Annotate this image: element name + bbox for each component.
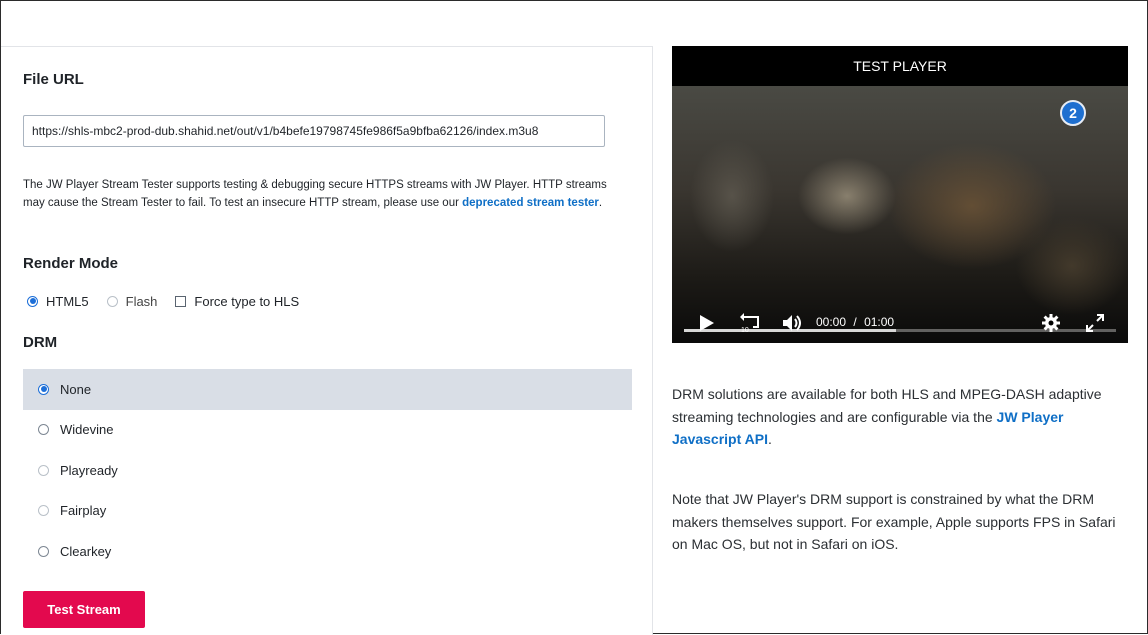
drm-option-widevine[interactable]: Widevine	[23, 410, 632, 451]
stream-form-panel: File URL The JW Player Stream Tester sup…	[1, 46, 653, 635]
drm-option-label: Fairplay	[60, 503, 107, 519]
drm-option-none[interactable]: None	[23, 369, 632, 410]
render-option-html5[interactable]: HTML5	[27, 294, 89, 309]
channel-logo: 2	[1060, 100, 1086, 126]
stream-tester-description: The JW Player Stream Tester supports tes…	[23, 176, 623, 212]
drm-support-note: Note that JW Player's DRM support is con…	[672, 491, 1116, 552]
drm-options: None Widevine Playready Fairplay Clearke…	[23, 369, 632, 572]
drm-option-label: Widevine	[60, 422, 114, 438]
render-mode-label: Render Mode	[23, 255, 119, 272]
drm-option-clearkey[interactable]: Clearkey	[23, 531, 632, 572]
deprecated-stream-tester-link[interactable]: deprecated stream tester	[462, 197, 599, 209]
flash-label: Flash	[125, 293, 158, 309]
file-url-input[interactable]	[23, 115, 605, 147]
drm-info-end: .	[767, 431, 772, 447]
playready-radio[interactable]	[38, 464, 49, 476]
duration: 01:00	[864, 315, 895, 329]
render-option-flash[interactable]: Flash	[106, 293, 158, 309]
force-hls-option[interactable]: Force type to HLS	[175, 294, 299, 309]
description-end: .	[598, 197, 603, 209]
rewind-10-icon[interactable]: 10	[740, 313, 762, 333]
volume-icon[interactable]	[782, 313, 804, 333]
settings-gear-icon[interactable]	[1041, 313, 1061, 333]
time-separator: /	[853, 315, 857, 329]
flash-radio[interactable]	[106, 295, 118, 307]
fullscreen-icon[interactable]	[1086, 314, 1104, 332]
drm-option-label: None	[60, 381, 92, 397]
current-time: 00:00	[816, 315, 847, 329]
drm-label: DRM	[23, 334, 58, 351]
html5-radio[interactable]	[27, 295, 38, 307]
widevine-radio[interactable]	[38, 424, 49, 436]
svg-text:10: 10	[741, 327, 749, 333]
drm-option-fairplay[interactable]: Fairplay	[23, 491, 632, 532]
render-mode-options: HTML5 Flash Force type to HLS	[27, 292, 317, 310]
player-controls: 10 00:00 / 01:00	[672, 303, 1128, 343]
drm-option-label: Clearkey	[60, 543, 112, 559]
none-radio[interactable]	[38, 383, 49, 395]
test-stream-button[interactable]: Test Stream	[23, 591, 145, 628]
force-hls-label: Force type to HLS	[194, 293, 300, 309]
force-hls-checkbox[interactable]	[175, 295, 187, 307]
file-url-label: File URL	[23, 71, 84, 88]
test-player: TEST PLAYER 2 10 00:00 / 01:00	[672, 46, 1128, 343]
html5-label: HTML5	[46, 293, 89, 309]
drm-option-playready[interactable]: Playready	[23, 450, 632, 491]
drm-option-label: Playready	[60, 462, 118, 478]
fairplay-radio[interactable]	[38, 505, 49, 517]
player-title: TEST PLAYER	[672, 46, 1128, 86]
play-icon[interactable]	[698, 314, 716, 332]
drm-info-paragraph: DRM solutions are available for both HLS…	[672, 383, 1122, 451]
clearkey-radio[interactable]	[38, 545, 49, 557]
time-display: 00:00 / 01:00	[816, 315, 894, 329]
